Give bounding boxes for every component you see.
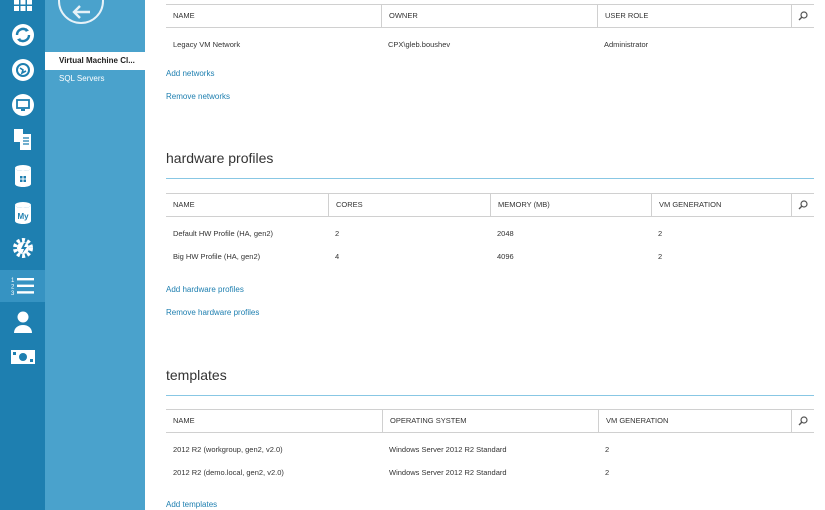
svg-text:1: 1: [11, 278, 15, 284]
column-header-name[interactable]: NAME: [166, 5, 381, 27]
column-header-operating-system[interactable]: OPERATING SYSTEM: [382, 410, 598, 432]
hw-profile-memory: 2048: [497, 229, 514, 238]
icon-rail: My 1 2 3: [0, 0, 45, 510]
add-networks-link[interactable]: Add networks: [166, 69, 214, 78]
templates-search-button[interactable]: [791, 410, 814, 432]
column-header-owner[interactable]: OWNER: [381, 5, 597, 27]
hw-profile-vm-generation: 2: [658, 252, 663, 261]
table-row[interactable]: Default HW Profile (HA, gen2) 2 2048 2: [166, 222, 814, 245]
template-vm-generation: 2: [605, 445, 610, 454]
network-name: Legacy VM Network: [173, 40, 241, 49]
all-items-grid-icon[interactable]: [0, 0, 45, 18]
column-header-vm-generation[interactable]: VM GENERATION: [598, 410, 792, 432]
templates-table-header: NAME OPERATING SYSTEM VM GENERATION: [166, 409, 814, 433]
remove-networks-link[interactable]: Remove networks: [166, 92, 230, 101]
column-header-cores[interactable]: CORES: [328, 194, 490, 216]
section-divider: [166, 395, 814, 396]
search-icon: [798, 200, 808, 210]
section-divider: [166, 178, 814, 179]
main-content: NAME OWNER USER ROLE Legacy VM Network C…: [145, 0, 825, 510]
web-sites-globe-icon[interactable]: [0, 54, 45, 86]
search-icon: [798, 416, 808, 426]
column-header-name[interactable]: NAME: [166, 410, 382, 432]
column-header-name[interactable]: NAME: [166, 194, 328, 216]
templates-title: templates: [166, 367, 227, 383]
nav-item-virtual-machine-clouds[interactable]: Virtual Machine Cl...: [45, 52, 145, 70]
virtual-machines-monitor-icon[interactable]: [0, 89, 45, 121]
network-owner: CPX\gleb.boushev: [388, 40, 451, 49]
automation-cycle-icon[interactable]: [0, 19, 45, 51]
template-operating-system: Windows Server 2012 R2 Standard: [389, 468, 507, 477]
svg-text:3: 3: [11, 291, 15, 296]
hardware-profiles-search-button[interactable]: [791, 194, 814, 216]
hardware-profiles-table: NAME CORES MEMORY (MB) VM GENERATION Def…: [166, 193, 814, 268]
networks-table-header: NAME OWNER USER ROLE: [166, 4, 814, 28]
secondary-nav: Virtual Machine Cl... SQL Servers: [45, 0, 145, 510]
hw-profile-cores: 2: [335, 229, 340, 238]
back-arrow-icon: [72, 5, 90, 19]
networks-table: NAME OWNER USER ROLE Legacy VM Network C…: [166, 4, 814, 56]
add-templates-link[interactable]: Add templates: [166, 500, 217, 509]
svg-text:My: My: [17, 212, 29, 221]
table-row[interactable]: 2012 R2 (demo.local, gen2, v2.0) Windows…: [166, 461, 814, 484]
networks-search-button[interactable]: [791, 5, 814, 27]
mysql-databases-icon[interactable]: My: [0, 197, 45, 229]
template-vm-generation: 2: [605, 468, 610, 477]
subscriptions-card-icon[interactable]: [0, 341, 45, 373]
remove-hardware-profiles-link[interactable]: Remove hardware profiles: [166, 308, 259, 317]
sql-databases-icon[interactable]: [0, 160, 45, 192]
hw-profile-name: Default HW Profile (HA, gen2): [173, 229, 274, 238]
hw-profile-vm-generation: 2: [658, 229, 663, 238]
hw-profile-cores: 4: [335, 252, 340, 261]
add-hardware-profiles-link[interactable]: Add hardware profiles: [166, 285, 244, 294]
hw-profile-memory: 4096: [497, 252, 514, 261]
table-row[interactable]: 2012 R2 (workgroup, gen2, v2.0) Windows …: [166, 438, 814, 461]
template-name: 2012 R2 (workgroup, gen2, v2.0): [173, 445, 283, 454]
table-row[interactable]: Legacy VM Network CPX\gleb.boushev Admin…: [166, 33, 814, 56]
network-user-role: Administrator: [604, 40, 649, 49]
column-header-vm-generation[interactable]: VM GENERATION: [651, 194, 792, 216]
search-icon: [798, 11, 808, 21]
hardware-profiles-table-header: NAME CORES MEMORY (MB) VM GENERATION: [166, 193, 814, 217]
templates-table: NAME OPERATING SYSTEM VM GENERATION 2012…: [166, 409, 814, 484]
table-row[interactable]: Big HW Profile (HA, gen2) 4 4096 2: [166, 245, 814, 268]
nav-item-sql-servers[interactable]: SQL Servers: [45, 70, 145, 88]
template-operating-system: Windows Server 2012 R2 Standard: [389, 445, 507, 454]
svg-text:2: 2: [11, 285, 15, 291]
column-header-memory[interactable]: MEMORY (MB): [490, 194, 651, 216]
template-name: 2012 R2 (demo.local, gen2, v2.0): [173, 468, 284, 477]
hw-profile-name: Big HW Profile (HA, gen2): [173, 252, 261, 261]
column-header-user-role[interactable]: USER ROLE: [597, 5, 792, 27]
back-button[interactable]: [58, 0, 104, 24]
service-management-icon[interactable]: [0, 124, 45, 156]
hardware-profiles-title: hardware profiles: [166, 150, 274, 166]
user-accounts-icon[interactable]: [0, 306, 45, 338]
automation-gear-icon[interactable]: [0, 232, 45, 264]
plans-list-icon[interactable]: 1 2 3: [0, 270, 45, 302]
